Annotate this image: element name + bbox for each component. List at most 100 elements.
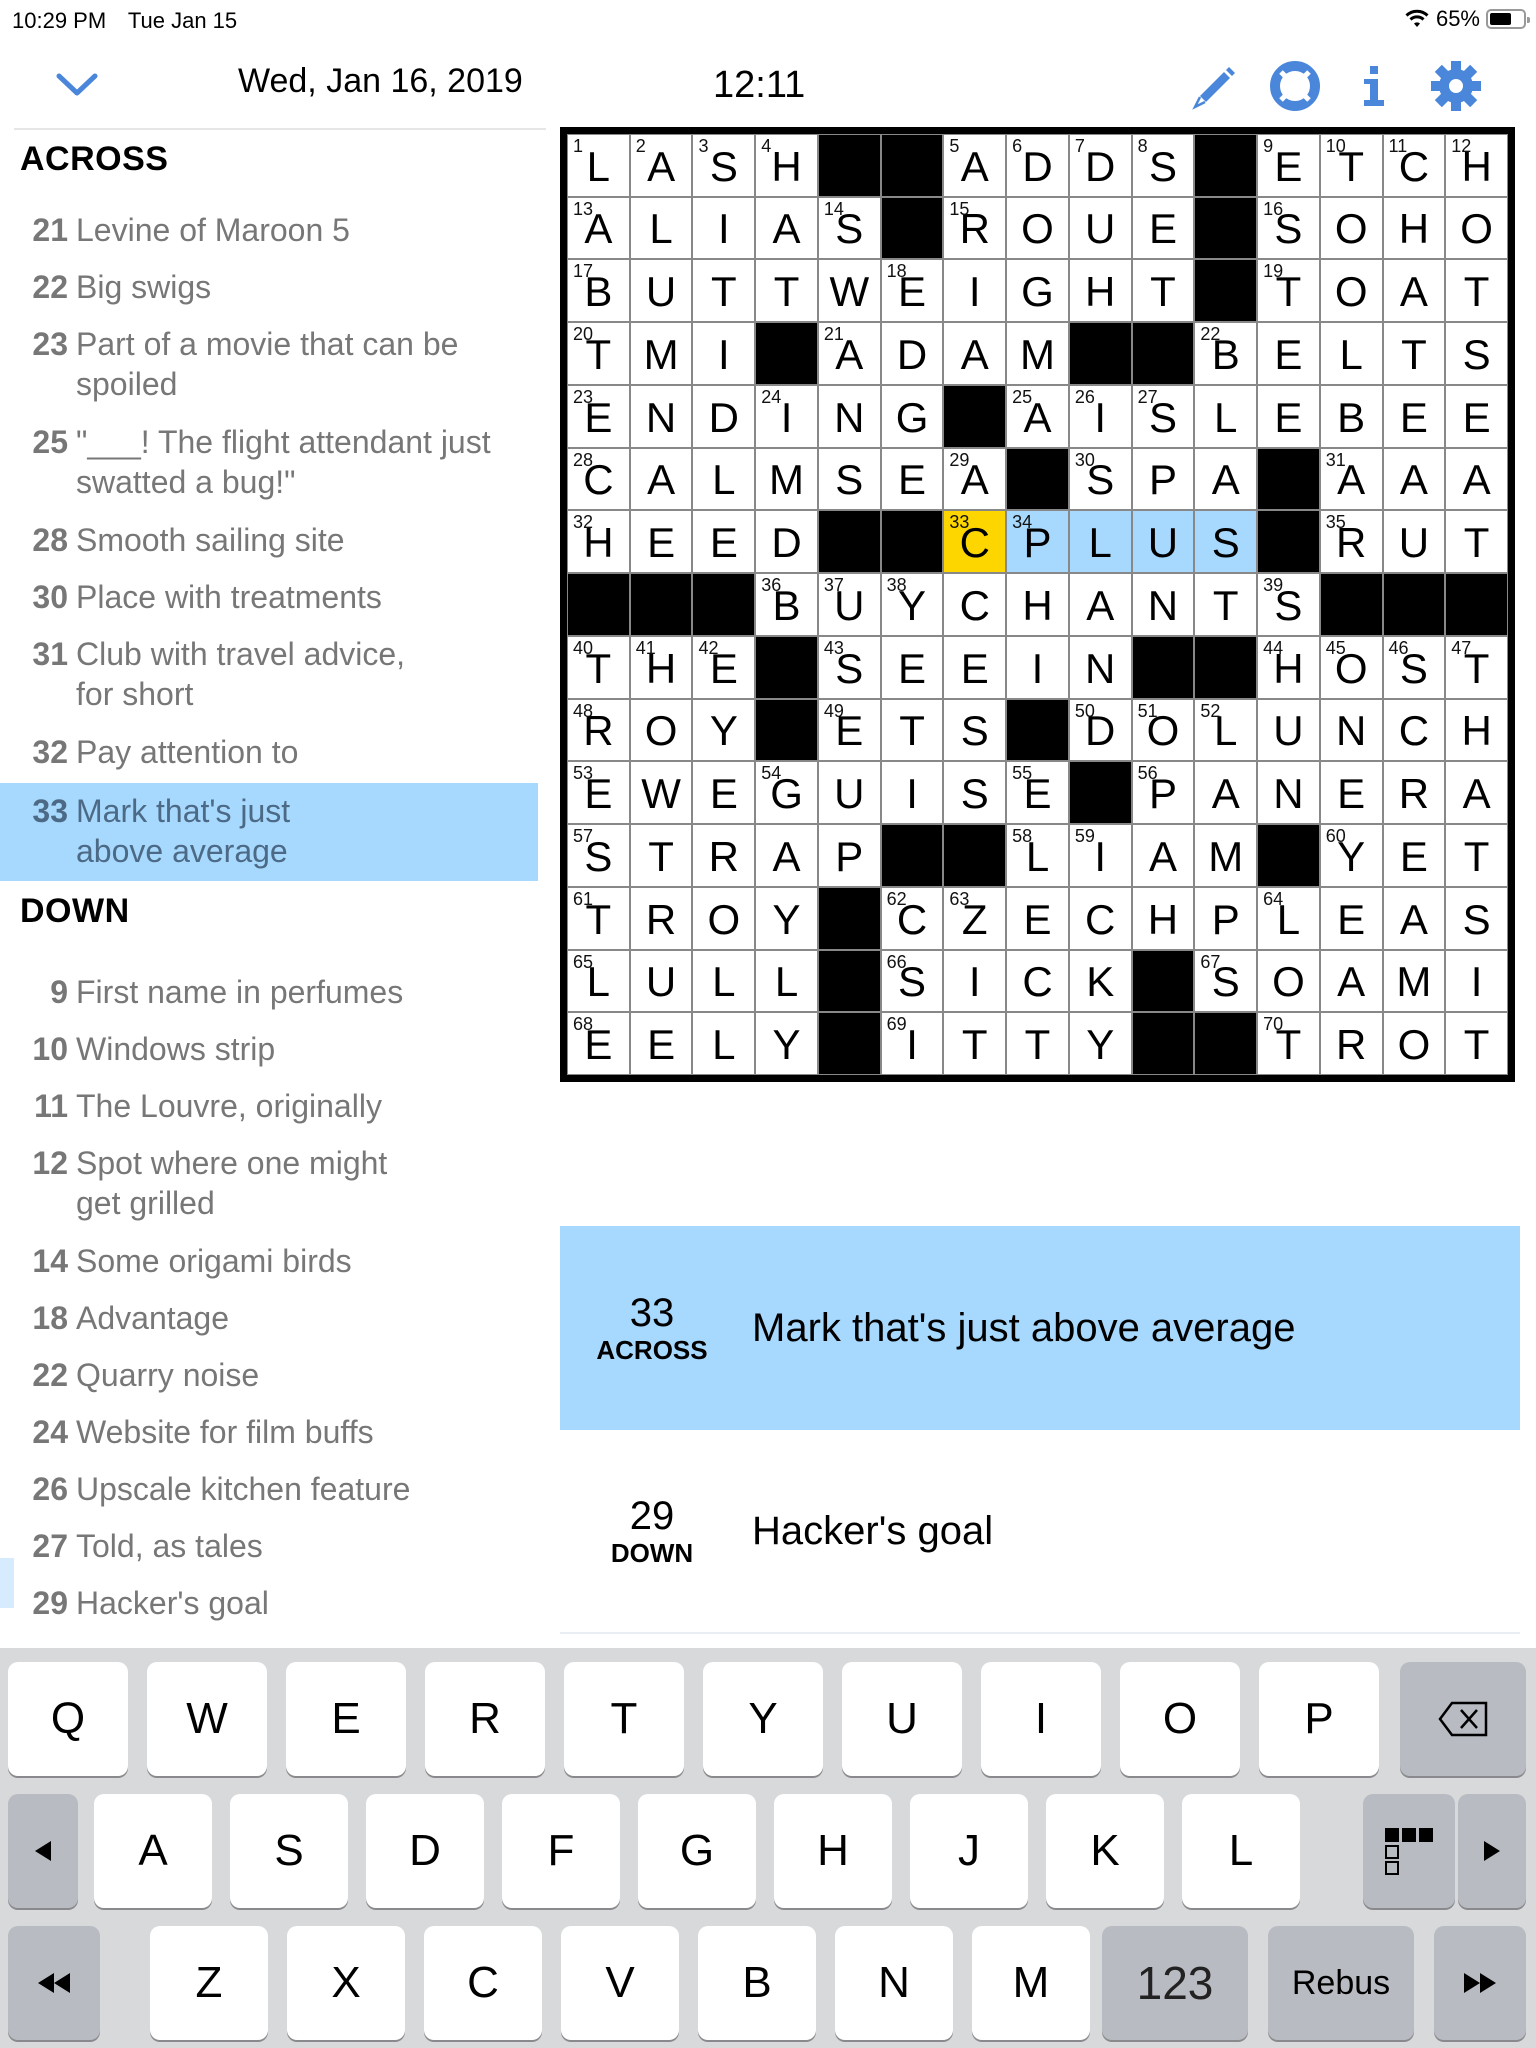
timer[interactable]: 12:11 [713, 64, 805, 107]
grid-cell[interactable]: 1L [567, 134, 630, 197]
down-clue-27[interactable]: 27 Told, as tales [0, 1526, 538, 1566]
grid-cell-selected-word[interactable]: 34 P [1006, 510, 1069, 574]
grid-cell[interactable]: I [943, 949, 1007, 1013]
grid-cell[interactable]: 28 C [567, 447, 630, 511]
down-clue-18[interactable]: 18 Advantage [0, 1298, 538, 1338]
grid-cell[interactable]: A [1194, 447, 1258, 511]
grid-cell[interactable]: N [1319, 698, 1383, 762]
grid-cell[interactable]: 67 S [1194, 949, 1258, 1013]
grid-cell[interactable]: U [629, 949, 693, 1013]
grid-cell[interactable]: G [1006, 259, 1069, 323]
grid-cell[interactable]: Y [692, 698, 756, 762]
key-v[interactable]: V [561, 1926, 679, 2040]
grid-cell[interactable]: 3S [692, 134, 756, 197]
down-clue-24[interactable]: 24 Website for film buffs [0, 1412, 538, 1452]
grid-cell[interactable]: T [1445, 510, 1508, 574]
grid-cell[interactable]: C [1006, 949, 1069, 1013]
key-q[interactable]: Q [8, 1662, 128, 1776]
backspace-key[interactable] [1400, 1662, 1526, 1776]
grid-cell[interactable]: N [817, 384, 881, 448]
grid-cell[interactable]: O [692, 886, 756, 950]
grid-cell[interactable]: M [1382, 949, 1446, 1013]
grid-cell[interactable]: 11 C [1382, 134, 1446, 197]
grid-cell[interactable]: R [1319, 1012, 1383, 1075]
key-l[interactable]: L [1182, 1794, 1300, 1908]
grid-cell[interactable]: L [755, 949, 818, 1013]
grid-cell[interactable]: A [1382, 886, 1446, 950]
grid-cell[interactable]: Y [755, 1012, 818, 1075]
key-i[interactable]: I [981, 1662, 1101, 1776]
across-clue-22[interactable]: 22 Big swigs [0, 267, 538, 307]
numbers-key[interactable]: 123 [1102, 1926, 1248, 2040]
grid-cell[interactable]: T [1382, 322, 1446, 385]
grid-cell[interactable]: A [1068, 573, 1132, 636]
grid-cell[interactable]: O [629, 698, 693, 762]
grid-cell[interactable]: 41 H [629, 635, 693, 699]
grid-cell[interactable]: E [1319, 761, 1383, 825]
grid-cell[interactable]: H [1006, 573, 1069, 636]
down-clue-29[interactable]: 29 Hacker's goal [0, 1583, 538, 1623]
grid-cell[interactable]: 12 H [1445, 134, 1508, 197]
grid-cell[interactable]: 31 A [1319, 447, 1383, 511]
grid-cell[interactable]: 61 T [567, 886, 630, 950]
grid-cell[interactable]: A [1445, 447, 1508, 511]
grid-cell[interactable]: T [692, 259, 756, 323]
grid-cell[interactable]: O [1319, 196, 1383, 260]
grid-cell[interactable]: P [1131, 447, 1195, 511]
grid-cell[interactable]: D [692, 384, 756, 448]
grid-cell[interactable]: 8S [1131, 134, 1195, 197]
grid-cell[interactable]: L [692, 1012, 756, 1075]
grid-cell[interactable]: R [692, 824, 756, 887]
grid-cell[interactable]: 65 L [567, 949, 630, 1013]
grid-cell-selected-word[interactable]: L [1068, 510, 1132, 574]
direction-toggle-key[interactable] [1363, 1794, 1455, 1908]
grid-cell[interactable]: I [692, 196, 756, 260]
grid-cell[interactable]: 66 S [880, 949, 944, 1013]
grid-cell-selected-word[interactable]: U [1131, 510, 1195, 574]
key-n[interactable]: N [835, 1926, 953, 2040]
grid-cell[interactable]: Y [1068, 1012, 1132, 1075]
grid-cell[interactable]: 2A [629, 134, 693, 197]
key-e[interactable]: E [286, 1662, 406, 1776]
grid-cell[interactable]: 52 L [1194, 698, 1258, 762]
grid-cell[interactable]: O [1445, 196, 1508, 260]
grid-cell[interactable]: I [1006, 635, 1069, 699]
grid-cell[interactable]: A [629, 447, 693, 511]
grid-cell[interactable]: L [1194, 384, 1258, 448]
down-clue-12[interactable]: 12 Spot where one might get grilled [0, 1143, 430, 1223]
grid-cell[interactable]: 30 S [1068, 447, 1132, 511]
grid-cell-selected-word[interactable]: S [1194, 510, 1258, 574]
grid-cell[interactable]: E [1382, 384, 1446, 448]
grid-cell[interactable]: T [1131, 259, 1195, 323]
grid-cell[interactable]: 36 B [755, 573, 818, 636]
grid-cell[interactable]: A [1194, 761, 1258, 825]
grid-cell[interactable]: 51 O [1131, 698, 1195, 762]
grid-cell[interactable]: T [1006, 1012, 1069, 1075]
grid-cell[interactable]: N [1131, 573, 1195, 636]
grid-cell[interactable]: E [629, 510, 693, 574]
grid-cell[interactable]: E [1445, 384, 1508, 448]
grid-cell[interactable]: O [1382, 1012, 1446, 1075]
grid-cell[interactable]: 47 T [1445, 635, 1508, 699]
grid-cell[interactable]: 13 A [567, 196, 630, 260]
grid-cell[interactable]: C [1382, 698, 1446, 762]
grid-cell[interactable]: 68 E [567, 1012, 630, 1075]
grid-cell[interactable]: H [1131, 886, 1195, 950]
grid-cell[interactable]: 40 T [567, 635, 630, 699]
grid-cell[interactable]: 45 O [1319, 635, 1383, 699]
settings-button[interactable] [1428, 58, 1484, 114]
grid-cell[interactable]: Y [755, 886, 818, 950]
grid-cell[interactable]: A [1319, 949, 1383, 1013]
grid-cell[interactable]: A [1131, 824, 1195, 887]
grid-cell[interactable]: E [692, 510, 756, 574]
grid-cell[interactable]: S [817, 447, 881, 511]
down-clue-14[interactable]: 14 Some origami birds [0, 1241, 538, 1281]
grid-cell[interactable]: 25 A [1006, 384, 1069, 448]
next-word-key[interactable] [1434, 1926, 1526, 2040]
grid-cell[interactable]: T [629, 824, 693, 887]
crossing-clue-bar[interactable]: 29 DOWN Hacker's goal [560, 1430, 1520, 1634]
grid-cell[interactable]: U [1257, 698, 1320, 762]
grid-cell[interactable]: 29 A [943, 447, 1007, 511]
grid-cell[interactable]: 59 I [1068, 824, 1132, 887]
key-b[interactable]: B [698, 1926, 816, 2040]
